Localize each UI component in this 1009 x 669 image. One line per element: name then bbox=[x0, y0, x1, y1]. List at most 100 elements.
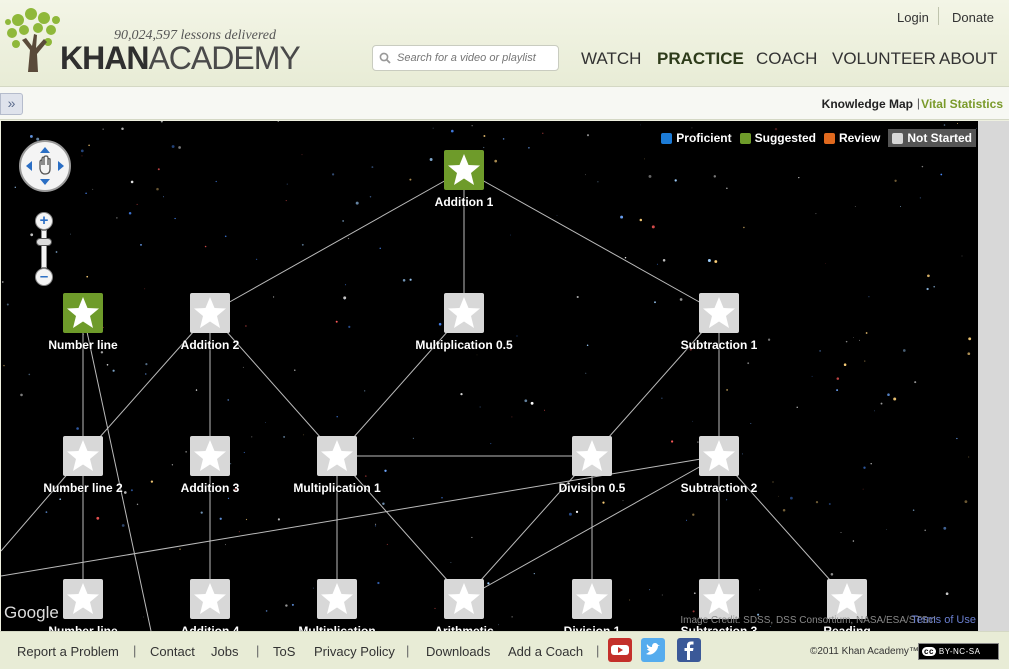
star-icon bbox=[703, 583, 735, 614]
legend-review: Review bbox=[823, 131, 880, 145]
star-icon bbox=[448, 583, 480, 614]
exercise-node-addition-4[interactable] bbox=[190, 579, 230, 619]
exercise-node-multiplication-1[interactable] bbox=[317, 436, 357, 476]
downloads-link[interactable]: Downloads bbox=[426, 644, 490, 659]
exercise-node-multiplication-0-5[interactable] bbox=[444, 293, 484, 333]
star-icon bbox=[67, 297, 99, 328]
twitter-icon[interactable] bbox=[641, 638, 665, 662]
scrollbar[interactable] bbox=[978, 121, 1009, 631]
divider: | bbox=[256, 643, 260, 658]
star-icon bbox=[448, 154, 480, 185]
star-icon bbox=[194, 297, 226, 328]
star-icon bbox=[703, 297, 735, 328]
star-icon bbox=[576, 583, 608, 614]
header: 90,024,597 lessons delivered KHANACADEMY… bbox=[0, 0, 1009, 86]
pan-control[interactable] bbox=[19, 140, 71, 192]
exercise-label[interactable]: Division 1 bbox=[537, 624, 647, 631]
exercise-node-subtraction-2[interactable] bbox=[699, 436, 739, 476]
nav-volunteer[interactable]: VOLUNTEER bbox=[832, 49, 936, 69]
search-input[interactable] bbox=[397, 52, 547, 64]
legend-proficient: Proficient bbox=[661, 131, 732, 145]
exercise-label[interactable]: Subtraction 1 bbox=[664, 338, 774, 353]
footer: Report a Problem | Contact Jobs | ToS Pr… bbox=[0, 631, 1009, 669]
exercise-node-subtraction-1[interactable] bbox=[699, 293, 739, 333]
login-link[interactable]: Login bbox=[897, 10, 929, 25]
legend-not-started: Not Started bbox=[888, 129, 976, 147]
exercise-node-number-line-3[interactable] bbox=[63, 579, 103, 619]
star-icon bbox=[448, 297, 480, 328]
khan-academy-logo[interactable]: 90,024,597 lessons delivered KHANACADEMY bbox=[4, 6, 304, 76]
star-icon bbox=[67, 440, 99, 471]
exercise-label[interactable]: Number line bbox=[28, 338, 138, 353]
divider: | bbox=[916, 96, 920, 110]
exercise-label[interactable]: Number line bbox=[28, 624, 138, 631]
jobs-link[interactable]: Jobs bbox=[211, 644, 238, 659]
star-icon bbox=[321, 583, 353, 614]
exercise-node-addition-1[interactable] bbox=[444, 150, 484, 190]
vital-statistics-link[interactable]: Vital Statistics bbox=[921, 97, 1003, 111]
knowledge-map-label: Knowledge Map bbox=[821, 97, 913, 111]
exercise-node-number-line[interactable] bbox=[63, 293, 103, 333]
exercise-node-number-line-2[interactable] bbox=[63, 436, 103, 476]
divider: | bbox=[406, 643, 410, 658]
exercise-label[interactable]: Multiplication 1 bbox=[282, 481, 392, 496]
image-credit: Image Credit: SDSS, DSS Consortium, NASA… bbox=[680, 615, 936, 626]
review-swatch bbox=[823, 132, 835, 144]
nav-practice[interactable]: PRACTICE bbox=[657, 49, 744, 69]
nav-watch[interactable]: WATCH bbox=[581, 49, 641, 69]
exercise-label[interactable]: Multiplication bbox=[282, 624, 392, 631]
divider bbox=[938, 7, 939, 25]
exercise-label[interactable]: Addition 4 bbox=[155, 624, 265, 631]
star-icon bbox=[194, 440, 226, 471]
map-toolbar: » Knowledge Map | Vital Statistics bbox=[0, 86, 1009, 120]
exercise-label[interactable]: Multiplication 0.5 bbox=[409, 338, 519, 353]
report-problem-link[interactable]: Report a Problem bbox=[17, 644, 119, 659]
not-started-swatch bbox=[892, 132, 904, 144]
nav-coach[interactable]: COACH bbox=[756, 49, 817, 69]
tree-logo-icon bbox=[5, 8, 60, 72]
terms-of-use-link[interactable]: Terms of Use bbox=[911, 614, 976, 626]
zoom-slider-handle[interactable] bbox=[36, 238, 52, 246]
copyright: ©2011 Khan Academy™ bbox=[810, 646, 919, 657]
double-chevron-right-icon[interactable]: » bbox=[0, 93, 23, 115]
zoom-in-button[interactable]: + bbox=[35, 212, 53, 230]
exercise-label[interactable]: Addition 1 bbox=[409, 195, 519, 210]
exercise-node-addition-3[interactable] bbox=[190, 436, 230, 476]
exercise-node-addition-2[interactable] bbox=[190, 293, 230, 333]
youtube-icon[interactable] bbox=[608, 638, 632, 662]
star-icon bbox=[831, 583, 863, 614]
exercise-node-multiplication-2[interactable] bbox=[317, 579, 357, 619]
exercise-label[interactable]: Division 0.5 bbox=[537, 481, 647, 496]
google-logo: Google bbox=[4, 603, 59, 622]
pan-arrows-icon bbox=[26, 147, 64, 185]
privacy-policy-link[interactable]: Privacy Policy bbox=[314, 644, 395, 659]
exercise-label[interactable]: Arithmetic bbox=[409, 624, 519, 631]
tos-link[interactable]: ToS bbox=[273, 644, 295, 659]
search-box[interactable] bbox=[372, 45, 559, 71]
knowledge-map[interactable]: Addition 1 Number line Addition 2 Multiplic… bbox=[1, 121, 978, 631]
suggested-swatch bbox=[739, 132, 751, 144]
divider: | bbox=[133, 643, 137, 658]
cc-license-badge[interactable]: cc BY-NC-SA bbox=[918, 643, 999, 660]
map-legend: Proficient Suggested Review Not Started bbox=[653, 127, 976, 149]
exercise-label[interactable]: Addition 2 bbox=[155, 338, 265, 353]
exercise-node-subtraction-3[interactable] bbox=[699, 579, 739, 619]
exercise-label[interactable]: Addition 3 bbox=[155, 481, 265, 496]
donate-link[interactable]: Donate bbox=[952, 10, 994, 25]
star-icon bbox=[194, 583, 226, 614]
exercise-node-reading[interactable] bbox=[827, 579, 867, 619]
zoom-out-button[interactable]: – bbox=[35, 268, 53, 286]
legend-suggested: Suggested bbox=[739, 131, 816, 145]
zoom-slider[interactable] bbox=[41, 230, 47, 268]
exercise-label[interactable]: Subtraction 2 bbox=[664, 481, 774, 496]
exercise-node-division-1[interactable] bbox=[572, 579, 612, 619]
exercise-node-arithmetic[interactable] bbox=[444, 579, 484, 619]
exercise-label[interactable]: Number line 2 bbox=[28, 481, 138, 496]
exercise-node-division-0-5[interactable] bbox=[572, 436, 612, 476]
nav-about[interactable]: ABOUT bbox=[939, 49, 998, 69]
facebook-icon[interactable] bbox=[677, 638, 701, 662]
star-icon bbox=[321, 440, 353, 471]
add-coach-link[interactable]: Add a Coach bbox=[508, 644, 583, 659]
contact-link[interactable]: Contact bbox=[150, 644, 195, 659]
logo-wordmark: KHANACADEMY bbox=[60, 40, 301, 76]
